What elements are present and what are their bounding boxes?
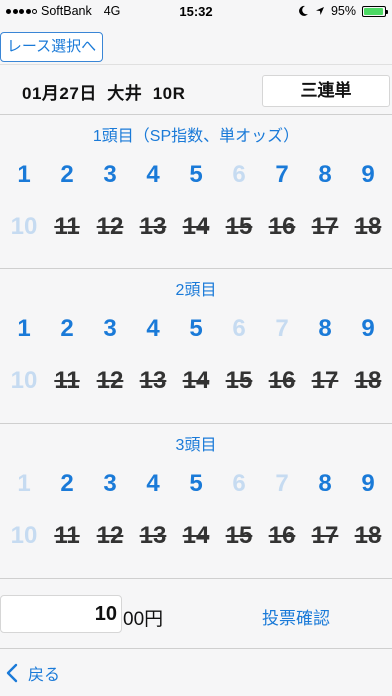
horse-number-7: 7 bbox=[275, 470, 289, 497]
horse-number-17: 17 bbox=[311, 213, 339, 240]
back-label: 戻る bbox=[28, 667, 61, 684]
horse-number-4[interactable]: 4 bbox=[131, 315, 175, 343]
horse-number-5[interactable]: 5 bbox=[174, 161, 218, 189]
location-arrow-icon bbox=[315, 7, 324, 15]
horse-number-1[interactable]: 1 bbox=[2, 161, 46, 189]
horse-number-10: 10 bbox=[10, 522, 38, 549]
horse-number-14: 14 bbox=[182, 213, 210, 240]
horse-number-11: 11 bbox=[54, 522, 80, 549]
horse-number-14: 14 bbox=[182, 367, 210, 394]
amount-row: 10 00円 投票確認 bbox=[0, 578, 392, 634]
horse-number-15: 15 bbox=[225, 522, 253, 549]
horse-number-18: 18 bbox=[354, 522, 382, 549]
horse-number-2[interactable]: 2 bbox=[45, 470, 89, 498]
horse-number-3[interactable]: 3 bbox=[88, 161, 132, 189]
horse-number-18: 18 bbox=[354, 367, 382, 394]
horse-number-16: 16 bbox=[268, 522, 296, 549]
back-button[interactable]: 戻る bbox=[6, 661, 60, 685]
horse-number-9[interactable]: 9 bbox=[346, 161, 390, 189]
horse-number-2[interactable]: 2 bbox=[45, 161, 89, 189]
horse-number-1[interactable]: 1 bbox=[2, 315, 46, 343]
horse-number-10: 10 bbox=[10, 213, 38, 240]
race-info: 01月27日 大井 10R bbox=[22, 84, 186, 103]
moon-icon bbox=[299, 5, 308, 16]
horse-number-14: 14 bbox=[182, 522, 210, 549]
horse-number-6: 6 bbox=[232, 470, 246, 497]
horse-number-9[interactable]: 9 bbox=[346, 315, 390, 343]
battery-fill bbox=[364, 7, 383, 15]
battery-percent: 95% bbox=[330, 4, 356, 18]
horse-number-13: 13 bbox=[139, 367, 167, 394]
horse-number-1: 1 bbox=[17, 470, 31, 497]
selection-section-1: 1頭目（SP指数、単オッズ） 1 2 3 4 5 6 7 8 9 10 11 12 13 14 15 16 17 1… bbox=[0, 114, 392, 268]
horse-number-13: 13 bbox=[139, 213, 167, 240]
horse-number-15: 15 bbox=[225, 213, 253, 240]
horse-number-12: 12 bbox=[96, 522, 124, 549]
selection-section-3: 3頭目 1 2 3 4 5 6 7 8 9 10 11 12 13 14 15 16 17 18 bbox=[0, 423, 392, 578]
horse-number-7: 7 bbox=[275, 315, 289, 342]
vote-confirm-button[interactable]: 投票確認 bbox=[262, 604, 330, 629]
horse-number-7[interactable]: 7 bbox=[260, 161, 304, 189]
section-title: 1頭目（SP指数、単オッズ） bbox=[92, 128, 300, 145]
horse-number-4[interactable]: 4 bbox=[131, 161, 175, 189]
amount-input[interactable]: 10 bbox=[0, 595, 122, 633]
horse-number-8[interactable]: 8 bbox=[303, 470, 347, 498]
horse-number-10: 10 bbox=[10, 367, 38, 394]
status-right: 95% bbox=[298, 4, 388, 18]
amount-suffix: 00円 bbox=[123, 609, 164, 630]
top-bar: レース選択へ bbox=[0, 22, 392, 64]
horse-number-5[interactable]: 5 bbox=[174, 315, 218, 343]
horse-number-15: 15 bbox=[225, 367, 253, 394]
status-bar: SoftBank 4G 15:32 95% bbox=[0, 0, 392, 22]
section-title: 2頭目 bbox=[175, 282, 217, 299]
bet-type-selector[interactable]: 三連単 bbox=[262, 75, 390, 107]
horse-number-16: 16 bbox=[268, 367, 296, 394]
selection-section-2: 2頭目 1 2 3 4 5 6 7 8 9 10 11 12 13 14 15 16 17 18 bbox=[0, 268, 392, 423]
horse-number-6: 6 bbox=[232, 161, 246, 188]
horse-number-4[interactable]: 4 bbox=[131, 470, 175, 498]
horse-number-17: 17 bbox=[311, 522, 339, 549]
horse-number-2[interactable]: 2 bbox=[45, 315, 89, 343]
section-title: 3頭目 bbox=[175, 437, 217, 454]
race-select-button[interactable]: レース選択へ bbox=[0, 32, 103, 62]
horse-number-13: 13 bbox=[139, 522, 167, 549]
horse-number-8[interactable]: 8 bbox=[303, 315, 347, 343]
horse-number-16: 16 bbox=[268, 213, 296, 240]
horse-number-18: 18 bbox=[354, 213, 382, 240]
horse-number-12: 12 bbox=[96, 367, 124, 394]
bottom-toolbar: 戻る bbox=[0, 648, 392, 696]
horse-number-17: 17 bbox=[311, 367, 339, 394]
horse-number-11: 11 bbox=[54, 213, 80, 240]
horse-number-3[interactable]: 3 bbox=[88, 470, 132, 498]
horse-number-9[interactable]: 9 bbox=[346, 470, 390, 498]
race-bar: 01月27日 大井 10R 三連単 bbox=[0, 64, 392, 114]
horse-number-8[interactable]: 8 bbox=[303, 161, 347, 189]
chevron-left-icon bbox=[6, 663, 18, 683]
horse-number-12: 12 bbox=[96, 213, 124, 240]
horse-number-5[interactable]: 5 bbox=[174, 470, 218, 498]
horse-number-6: 6 bbox=[232, 315, 246, 342]
battery-icon bbox=[362, 5, 388, 17]
horse-number-3[interactable]: 3 bbox=[88, 315, 132, 343]
horse-number-11: 11 bbox=[54, 367, 80, 394]
